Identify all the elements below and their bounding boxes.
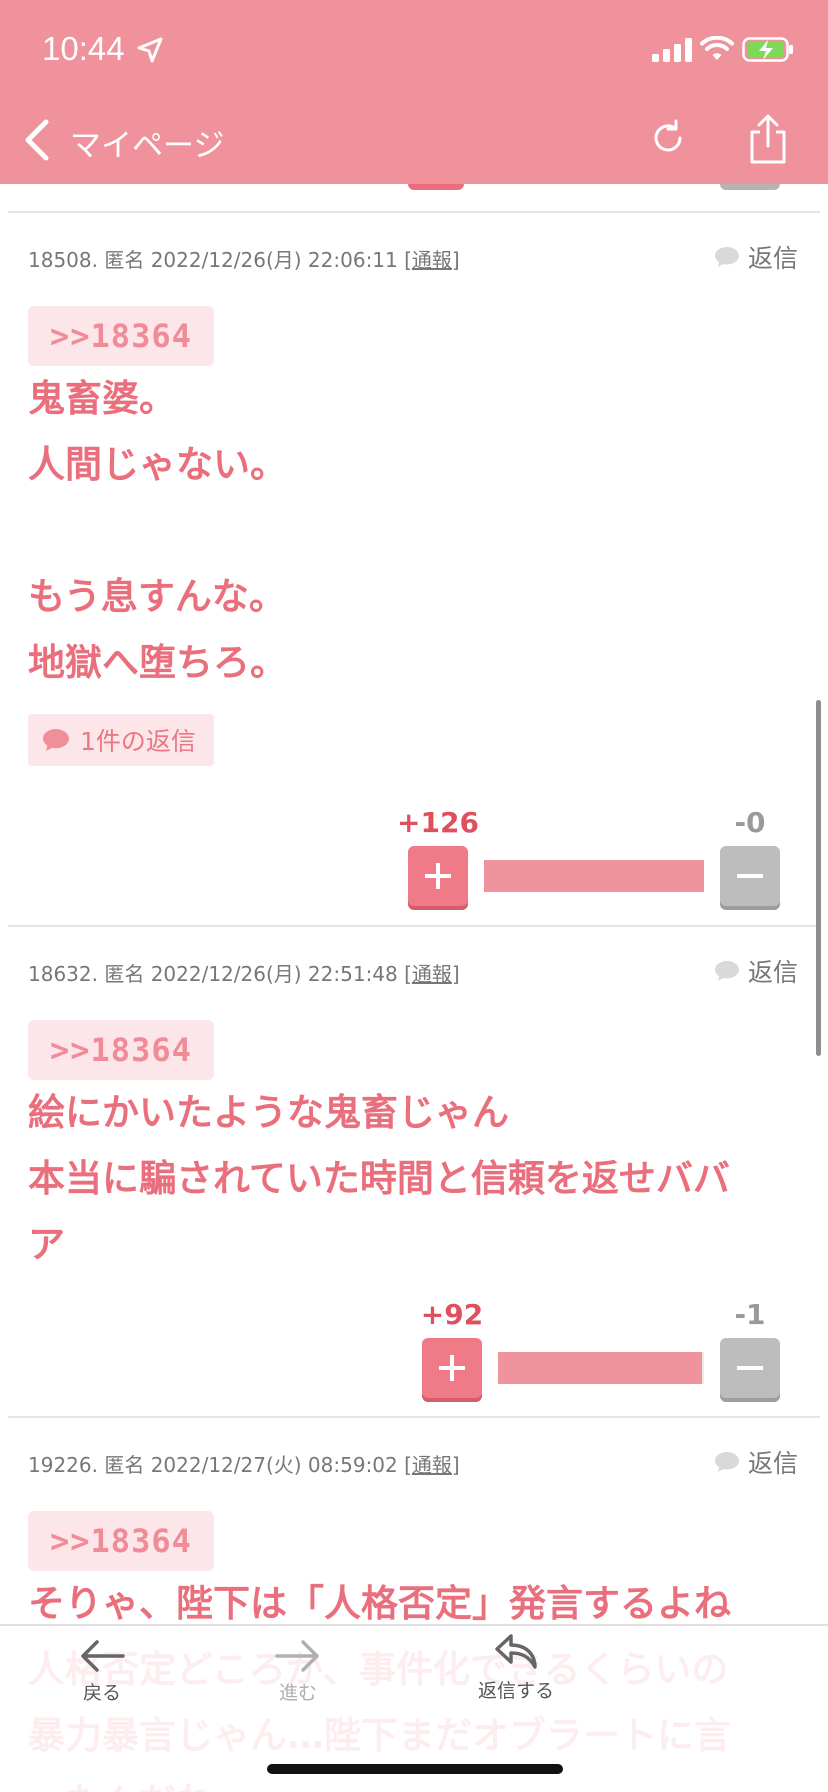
post-body: 絵にかいたような鬼畜じゃん 本当に騙されていた時間と信頼を返せババ ア xyxy=(28,1091,730,1266)
plus-icon xyxy=(439,1355,465,1381)
back-button[interactable]: 戻る xyxy=(42,1636,162,1705)
status-bar: 10:44 xyxy=(0,0,828,100)
arrow-left-icon xyxy=(81,1640,125,1672)
report-link[interactable]: 通報 xyxy=(412,1453,452,1477)
home-indicator xyxy=(267,1764,563,1774)
plus-vote-count: +92 xyxy=(420,1298,484,1331)
reply-count-button[interactable]: 1件の返信 xyxy=(28,714,214,766)
speech-bubble-icon xyxy=(715,961,739,981)
reply-arrow-icon xyxy=(495,1634,537,1669)
reply-compose-label: 返信する xyxy=(477,1680,554,1702)
post-divider xyxy=(8,211,820,213)
post-meta-text: 19226. 匿名 2022/12/27(火) 08:59:02 [ xyxy=(28,1453,412,1477)
forward-button-label: 進む xyxy=(278,1682,317,1704)
vote-ratio-bar xyxy=(498,1352,704,1384)
reply-label: 返信 xyxy=(748,958,799,987)
plus-vote-count: +126 xyxy=(397,806,479,839)
scrollbar[interactable] xyxy=(816,700,821,1056)
minus-vote-button[interactable] xyxy=(720,1338,780,1398)
post-meta-text: 18508. 匿名 2022/12/26(月) 22:06:11 [ xyxy=(28,248,412,272)
reply-label: 返信 xyxy=(748,1449,799,1478)
wifi-icon xyxy=(700,36,734,60)
post-divider xyxy=(8,925,820,927)
navigation-bar: マイページ xyxy=(0,100,828,184)
reply-compose-button[interactable]: 返信する xyxy=(456,1632,576,1703)
speech-bubble-icon xyxy=(715,247,739,267)
anchor-link[interactable]: >>18364 xyxy=(28,306,214,366)
cellular-signal-icon xyxy=(652,38,692,62)
post-divider xyxy=(8,1416,820,1418)
share-icon[interactable] xyxy=(746,114,790,166)
anchor-link[interactable]: >>18364 xyxy=(28,1511,214,1571)
post-meta-text: 18632. 匿名 2022/12/26(月) 22:51:48 [ xyxy=(28,962,412,986)
post-meta-suffix: ] xyxy=(451,962,460,986)
location-arrow-icon xyxy=(137,37,163,63)
post-meta-suffix: ] xyxy=(451,1453,460,1477)
reply-button[interactable]: 返信 xyxy=(714,954,798,988)
reply-label: 返信 xyxy=(748,244,799,273)
speech-bubble-icon xyxy=(715,1452,739,1472)
reply-button[interactable]: 返信 xyxy=(714,240,798,274)
forward-button[interactable]: 進む xyxy=(238,1636,358,1705)
status-time: 10:44 xyxy=(42,30,125,67)
minus-vote-button[interactable] xyxy=(720,846,780,906)
post-meta: 18508. 匿名 2022/12/26(月) 22:06:11 [通報] xyxy=(28,244,460,273)
battery-charging-icon xyxy=(742,37,793,62)
arrow-right-icon xyxy=(275,1640,319,1672)
back-label[interactable]: マイページ xyxy=(70,120,224,165)
minus-icon xyxy=(737,874,763,878)
reply-count-label: 1件の返信 xyxy=(80,727,196,756)
back-button-label: 戻る xyxy=(82,1682,121,1704)
report-link[interactable]: 通報 xyxy=(412,962,452,986)
plus-vote-button[interactable] xyxy=(408,846,468,906)
minus-vote-count: -1 xyxy=(734,1298,766,1331)
back-chevron-icon[interactable] xyxy=(22,118,52,162)
speech-bubble-icon xyxy=(43,729,69,751)
vote-ratio-fill xyxy=(498,1352,702,1384)
post-meta: 18632. 匿名 2022/12/26(月) 22:51:48 [通報] xyxy=(28,958,460,987)
minus-icon xyxy=(737,1366,763,1370)
plus-icon xyxy=(425,863,451,889)
reload-icon[interactable] xyxy=(646,116,690,160)
vote-ratio-bar xyxy=(484,860,704,892)
report-link[interactable]: 通報 xyxy=(412,248,452,272)
reply-button[interactable]: 返信 xyxy=(714,1445,798,1479)
minus-vote-count: -0 xyxy=(734,806,766,839)
post-meta: 19226. 匿名 2022/12/27(火) 08:59:02 [通報] xyxy=(28,1449,460,1478)
post-body: 鬼畜婆。 人間じゃない。 もう息すんな。 地獄へ堕ちろ。 xyxy=(28,377,287,684)
plus-vote-button[interactable] xyxy=(422,1338,482,1398)
vote-ratio-fill xyxy=(484,860,704,892)
post-meta-suffix: ] xyxy=(451,248,460,272)
anchor-link[interactable]: >>18364 xyxy=(28,1020,214,1080)
app-header: 10:44 マイページ xyxy=(0,0,828,184)
